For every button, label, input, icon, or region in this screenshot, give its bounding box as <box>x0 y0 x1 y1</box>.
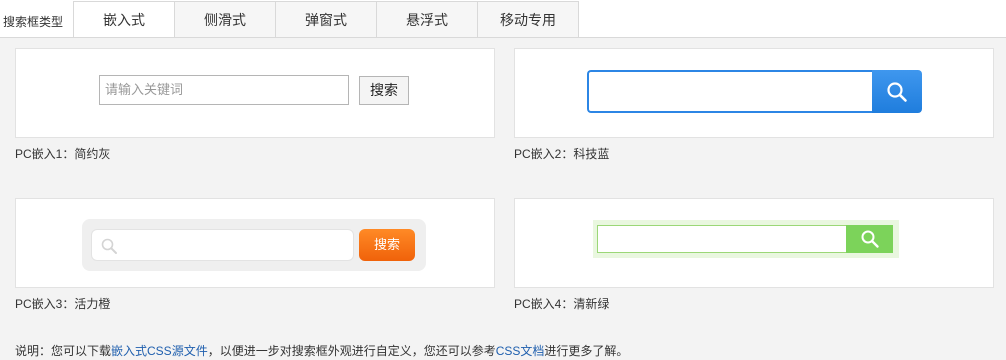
search-input-orange[interactable] <box>91 229 354 261</box>
note-middle: ，以便进一步对搜索框外观进行自定义，您还可以参考 <box>207 344 496 358</box>
css-docs-link[interactable]: CSS文档 <box>496 344 545 358</box>
tab-floating[interactable]: 悬浮式 <box>376 1 478 38</box>
tab-embedded[interactable]: 嵌入式 <box>73 1 175 39</box>
search-input-gray[interactable]: 请输入关键词 <box>99 75 349 105</box>
preview-box-4 <box>514 198 994 288</box>
search-wrap-green <box>593 220 899 258</box>
tab-side-slide[interactable]: 侧滑式 <box>174 1 276 38</box>
search-button-gray[interactable]: 搜索 <box>359 76 409 105</box>
search-icon <box>887 81 907 102</box>
search-input-blue[interactable] <box>587 70 873 113</box>
search-button-blue[interactable] <box>872 70 922 113</box>
note-suffix: 进行更多了解。 <box>544 344 629 358</box>
preview-box-2 <box>514 48 994 138</box>
search-icon <box>101 238 117 254</box>
tab-bar: 搜索框类型 嵌入式 侧滑式 弹窗式 悬浮式 移动专用 <box>0 0 1006 39</box>
css-source-link[interactable]: 嵌入式CSS源文件 <box>111 344 208 358</box>
tab-mobile[interactable]: 移动专用 <box>477 1 579 38</box>
caption-style-2: PC嵌入2：科技蓝 <box>514 147 610 161</box>
caption-style-1: PC嵌入1：简约灰 <box>15 147 111 161</box>
usage-note: 说明：您可以下载嵌入式CSS源文件，以便进一步对搜索框外观进行自定义，您还可以参… <box>15 342 628 359</box>
note-prefix: 说明：您可以下载 <box>15 344 112 358</box>
search-button-green[interactable] <box>846 225 893 253</box>
search-icon <box>861 230 879 248</box>
preview-box-1: 请输入关键词 搜索 <box>15 48 495 138</box>
search-wrap-orange: 搜索 <box>82 219 426 271</box>
search-button-orange[interactable]: 搜索 <box>359 229 415 261</box>
search-input-green[interactable] <box>597 225 847 253</box>
tab-popup[interactable]: 弹窗式 <box>275 1 377 38</box>
caption-style-4: PC嵌入4：清新绿 <box>514 297 610 311</box>
preview-box-3: 搜索 <box>15 198 495 288</box>
caption-style-3: PC嵌入3：活力橙 <box>15 297 111 311</box>
search-box-type-label: 搜索框类型 <box>3 15 64 29</box>
